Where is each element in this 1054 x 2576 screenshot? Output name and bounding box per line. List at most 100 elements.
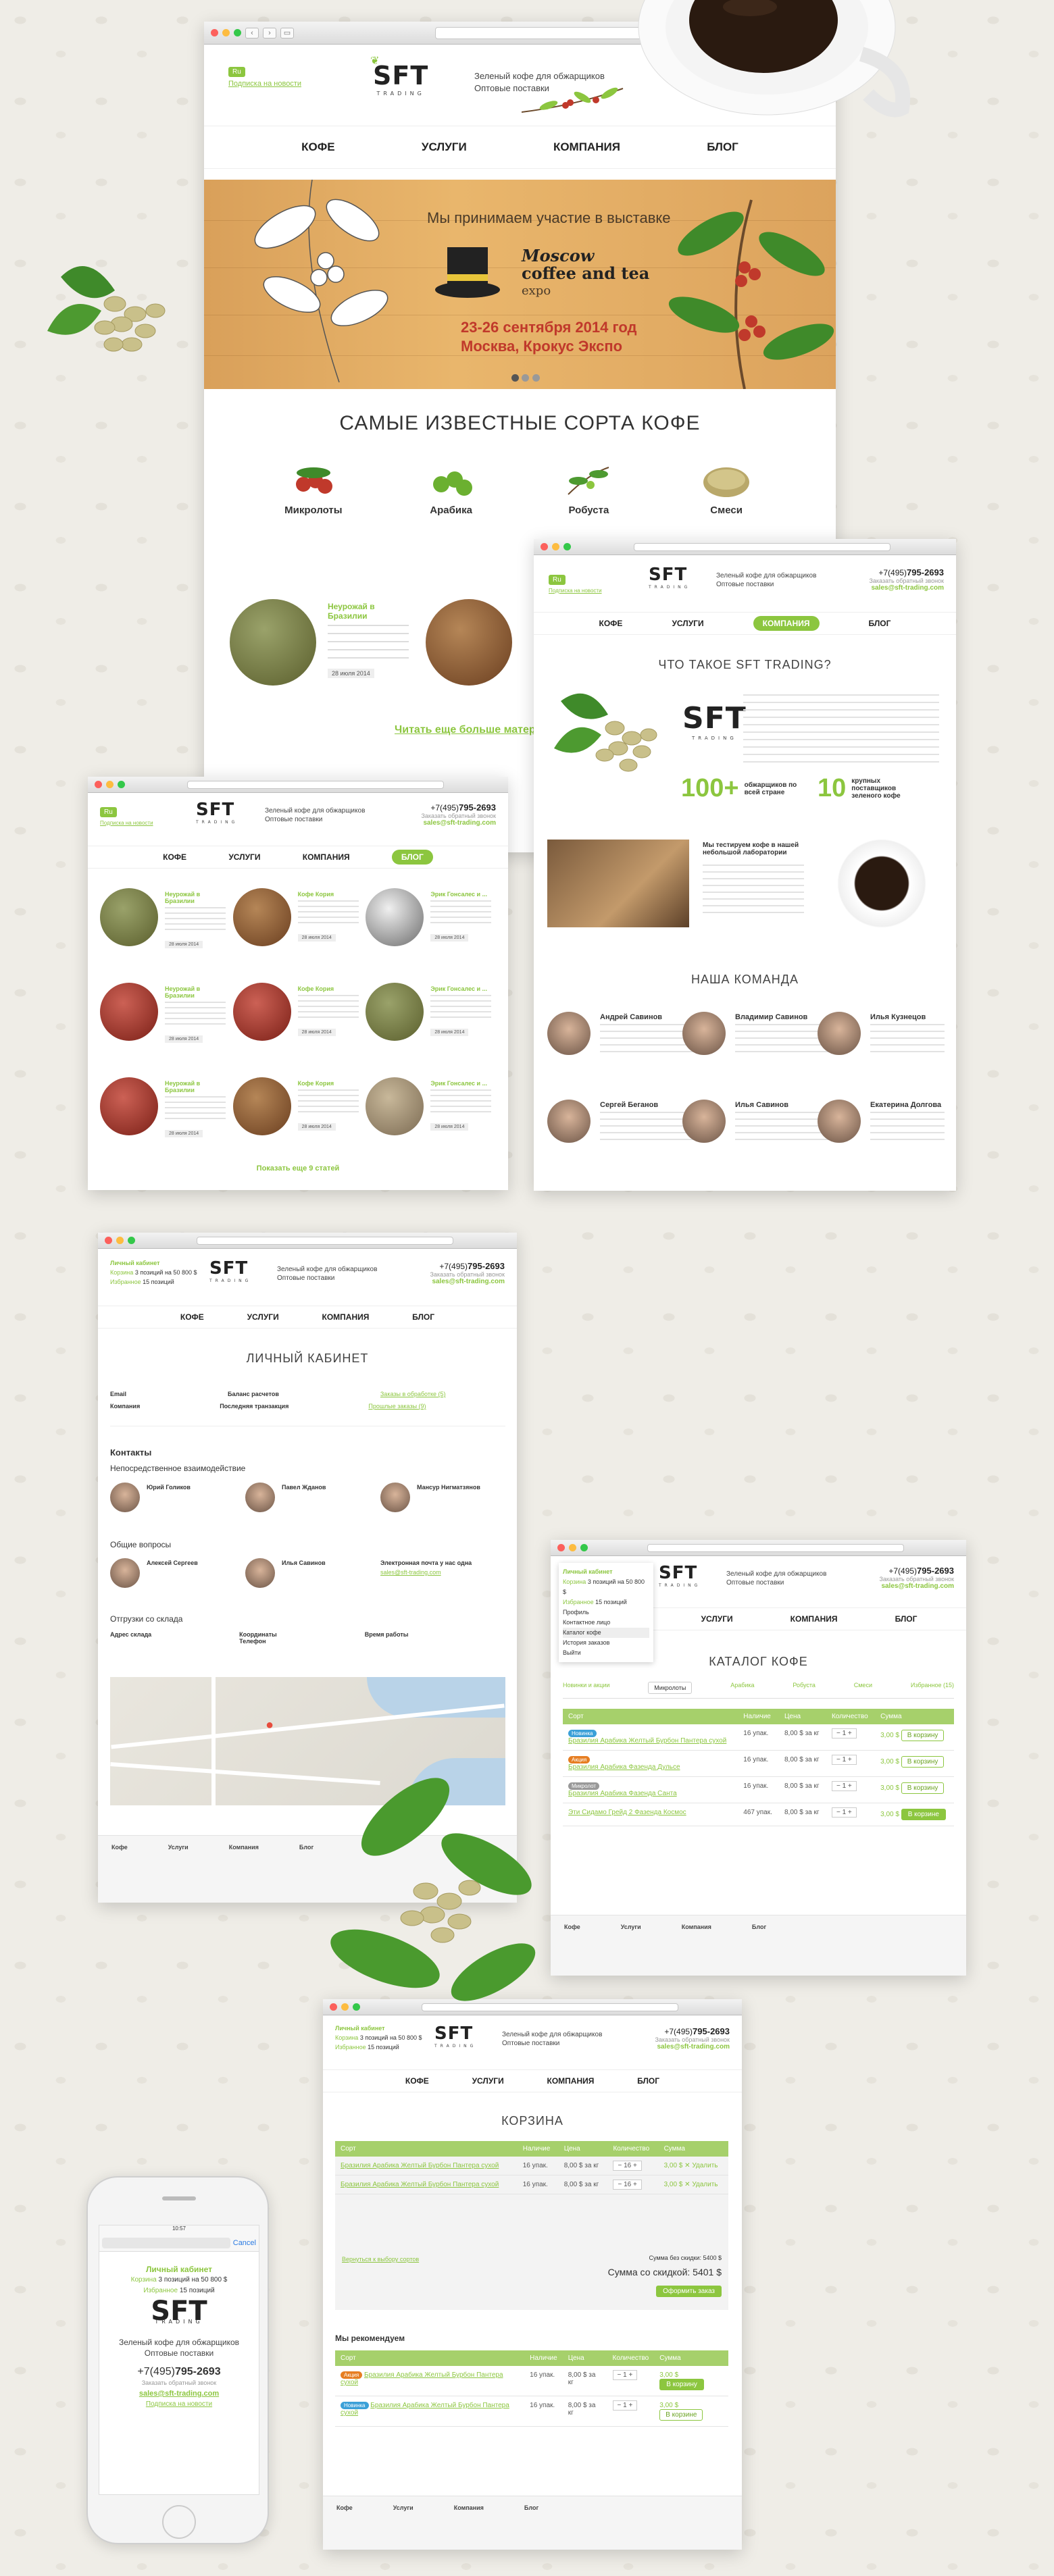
lang-switch[interactable]: Ru	[228, 67, 245, 77]
forward-icon[interactable]: ›	[263, 27, 276, 38]
in-cart-button[interactable]: В корзине	[659, 2409, 703, 2421]
footer-col-coffee[interactable]: Кофе	[564, 1924, 580, 1930]
lang-switch[interactable]: Ru	[100, 807, 117, 817]
menu-company[interactable]: КОМПАНИЯ	[790, 1614, 838, 1624]
footer-col-services[interactable]: Услуги	[393, 2504, 413, 2511]
subscribe-link[interactable]: Подписка на новости	[100, 820, 153, 826]
header-phone[interactable]: +7(495)795-2693 Заказать обратный звонок s…	[655, 2026, 730, 2051]
post-title[interactable]: Кофе Кория	[298, 985, 359, 992]
col-price[interactable]: Цена	[778, 1709, 826, 1724]
tab-new[interactable]: Новинки и акции	[563, 1682, 609, 1694]
variety-robusta[interactable]: Робуста	[558, 461, 619, 516]
cancel-button[interactable]: Cancel	[233, 2239, 256, 2247]
add-to-cart-button[interactable]: В корзину	[901, 1782, 945, 1794]
menu-coffee[interactable]: КОФЕ	[405, 2076, 429, 2086]
blog-post[interactable]: Эрик Гонсалес и ... 28 июля 2014	[366, 888, 499, 949]
callback-link[interactable]: Заказать обратный звонок	[421, 813, 496, 819]
row-name[interactable]: Бразилия Арабика Желтый Бурбон Пантера с…	[568, 1737, 726, 1745]
email-link[interactable]: sales@sft-trading.com	[430, 1278, 505, 1285]
post-title[interactable]: Неурожай в Бразилии	[165, 985, 226, 999]
header-phone[interactable]: +7(495)795-2693 Заказать обратный звонок s…	[869, 567, 944, 592]
add-to-cart-button[interactable]: В корзину	[659, 2379, 704, 2390]
menu-blog[interactable]: БЛОГ	[637, 2076, 659, 2086]
menu-services[interactable]: УСЛУГИ	[672, 619, 703, 628]
news-photo[interactable]	[426, 599, 512, 686]
col-stock[interactable]: Наличие	[738, 1709, 779, 1724]
qty-stepper[interactable]: − 1 +	[831, 1728, 857, 1738]
menu-services[interactable]: УСЛУГИ	[472, 2076, 504, 2086]
user-menu-link[interactable]: Личный кабинет	[110, 1258, 197, 1268]
email-link[interactable]: sales@sft-trading.com	[421, 819, 496, 827]
footer-col-blog[interactable]: Блог	[752, 1924, 766, 1930]
qty-stepper[interactable]: − 16 +	[613, 2180, 642, 2190]
qty-stepper[interactable]: − 1 +	[831, 1755, 857, 1765]
row-name[interactable]: Бразилия Арабика Желтый Бурбон Пантера с…	[341, 2162, 499, 2169]
blog-post[interactable]: Неурожай в Бразилии 28 июля 2014	[100, 983, 233, 1044]
tab-arabica[interactable]: Арабика	[730, 1682, 754, 1694]
back-icon[interactable]: ‹	[245, 27, 259, 38]
footer-col-blog[interactable]: Блог	[299, 1844, 313, 1851]
site-logo[interactable]: ❦ SFT TRADING	[370, 54, 428, 97]
menu-company[interactable]: КОМПАНИЯ	[303, 852, 350, 862]
add-to-cart-button[interactable]: В корзину	[901, 1730, 945, 1741]
favorites-link[interactable]: Избранное	[335, 2044, 366, 2051]
remove-link[interactable]: ✕ Удалить	[684, 2162, 718, 2169]
variety-arabica[interactable]: Арабика	[421, 461, 482, 516]
menu-services[interactable]: УСЛУГИ	[422, 140, 467, 154]
row-name[interactable]: Бразилия Арабика Желтый Бурбон Пантера с…	[341, 2181, 499, 2188]
mobile-url-bar[interactable]	[102, 2238, 230, 2248]
news-photo[interactable]	[230, 599, 316, 686]
dropdown-history[interactable]: История заказов	[563, 1638, 649, 1648]
email-link[interactable]: sales@sft-trading.com	[99, 2388, 259, 2399]
menu-services[interactable]: УСЛУГИ	[247, 1312, 279, 1322]
read-more-link[interactable]: Читать еще больше матер	[395, 724, 536, 736]
footer-col-services[interactable]: Услуги	[621, 1924, 641, 1930]
phone-number[interactable]: 795-2693	[175, 2366, 221, 2377]
menu-coffee[interactable]: КОФЕ	[599, 619, 623, 628]
post-title[interactable]: Кофе Кория	[298, 1080, 359, 1087]
header-phone[interactable]: +7(495)795-2693 Заказать обратный звонок s…	[430, 1261, 505, 1285]
post-title[interactable]: Неурожай в Бразилии	[165, 891, 226, 904]
blog-post[interactable]: Кофе Кория 28 июля 2014	[232, 888, 366, 949]
footer-col-company[interactable]: Компания	[229, 1844, 259, 1851]
callback-link[interactable]: Заказать обратный звонок	[879, 1576, 954, 1582]
menu-blog[interactable]: БЛОГ	[869, 619, 891, 628]
blog-post[interactable]: Кофе Кория 28 июля 2014	[232, 1077, 366, 1138]
menu-services[interactable]: УСЛУГИ	[701, 1614, 733, 1624]
address-bar[interactable]	[647, 1543, 904, 1552]
history-link[interactable]: Прошлые заказы (9)	[368, 1400, 426, 1412]
variety-blends[interactable]: Смеси	[696, 461, 757, 516]
site-logo[interactable]: SFT TRADING	[196, 800, 238, 825]
blog-post[interactable]: Эрик Гонсалес и ... 28 июля 2014	[366, 983, 499, 1044]
address-bar[interactable]	[196, 1236, 453, 1245]
add-to-cart-button[interactable]: В корзину	[901, 1756, 945, 1768]
more-posts-link[interactable]: Показать еще 9 статей	[88, 1164, 508, 1173]
sidebar-icon[interactable]: ▭	[280, 27, 294, 38]
favorites-link[interactable]: Избранное	[143, 2287, 178, 2294]
col-variety[interactable]: Сорт	[563, 1709, 738, 1724]
header-phone[interactable]: +7(495)795-2693 Заказать обратный звонок s…	[421, 802, 496, 827]
blog-post[interactable]: Кофе Кория 28 июля 2014	[232, 983, 366, 1044]
row-name[interactable]: Эти Сидамо Грейд 2 Фазенда Космос	[568, 1809, 686, 1816]
callback-link[interactable]: Заказать обратный звонок	[869, 577, 944, 584]
subscribe-link[interactable]: Подписка на новости	[99, 2399, 259, 2410]
post-title[interactable]: Эрик Гонсалес и ...	[430, 891, 491, 898]
in-cart-button[interactable]: В корзине	[901, 1809, 946, 1820]
callback-link[interactable]: Заказать обратный звонок	[99, 2377, 259, 2388]
qty-stepper[interactable]: − 16 +	[613, 2161, 642, 2171]
home-button[interactable]	[162, 2505, 196, 2539]
row-name[interactable]: Бразилия Арабика Фазенда Санта	[568, 1790, 677, 1797]
menu-coffee[interactable]: КОФЕ	[163, 852, 186, 862]
dropdown-contact[interactable]: Контактное лицо	[563, 1618, 649, 1628]
checkout-button[interactable]: Оформить заказ	[656, 2286, 722, 2297]
address-bar[interactable]	[186, 780, 444, 789]
row-name[interactable]: Бразилия Арабика Фазенда Дульсе	[568, 1763, 680, 1771]
qty-stepper[interactable]: − 1 +	[831, 1781, 857, 1791]
blog-post[interactable]: Неурожай в Бразилии 28 июля 2014	[100, 1077, 233, 1138]
favorites-link[interactable]: Избранное	[110, 1279, 141, 1285]
subscribe-link[interactable]: Подписка на новости	[228, 80, 301, 88]
qty-stepper[interactable]: − 1 +	[831, 1807, 857, 1818]
slider-dots[interactable]	[511, 373, 540, 385]
user-menu-link[interactable]: Личный кабинет	[563, 1567, 649, 1577]
site-logo[interactable]: SFT TRADING	[209, 1258, 251, 1283]
